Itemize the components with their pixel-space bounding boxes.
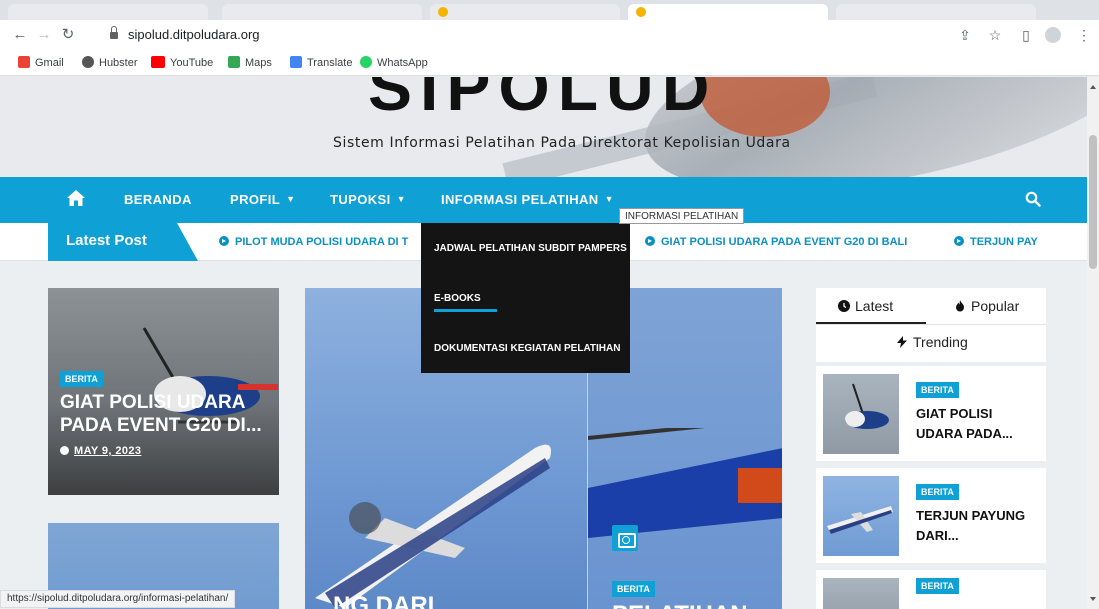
url-text[interactable]: sipolud.ditpoludara.org xyxy=(128,27,260,42)
browser-tabstrip xyxy=(0,0,1099,20)
home-icon[interactable] xyxy=(66,189,86,207)
arrow-circle-icon xyxy=(954,236,964,246)
sidebar-post-item[interactable]: BERITA GIAT POLISI UDARA PADA... xyxy=(816,366,1046,461)
bookmark-translate[interactable]: Translate xyxy=(290,56,352,70)
scroll-up-icon[interactable] xyxy=(1090,85,1096,89)
search-icon[interactable] xyxy=(1025,191,1041,207)
share-icon[interactable]: ⇪ xyxy=(955,25,975,45)
sidebar-post-item[interactable]: BERITA xyxy=(816,570,1046,609)
browser-tab[interactable] xyxy=(430,4,620,20)
tab-trending[interactable]: Trending xyxy=(896,334,968,350)
tab-latest[interactable]: Latest xyxy=(838,298,893,314)
dropdown-item-e-books[interactable]: E-BOOKS xyxy=(434,293,481,304)
tab-favicon-icon xyxy=(636,7,646,17)
sidebar-post-title[interactable]: TERJUN PAYUNG DARI... xyxy=(916,506,1036,545)
latest-post-label: Latest Post xyxy=(48,223,198,261)
ticker-item[interactable]: PILOT MUDA POLISI UDARA DI T xyxy=(219,236,408,248)
tab-divider xyxy=(816,324,1046,325)
dropdown-item-dokumentasi-kegiatan[interactable]: DOKUMENTASI KEGIATAN PELATIHAN xyxy=(434,343,620,354)
category-badge[interactable]: BERITA xyxy=(60,371,103,387)
page-viewport: SIPOLUD Sistem Informasi Pelatihan Pada … xyxy=(0,77,1087,609)
airplane-image xyxy=(827,506,893,534)
fire-icon xyxy=(956,300,964,312)
clock-icon xyxy=(60,446,69,455)
nav-item-tupoksi[interactable]: TUPOKSI ▼ xyxy=(330,192,406,207)
post-title[interactable]: PELATIHAN xyxy=(612,601,748,609)
arrow-circle-icon xyxy=(219,236,229,246)
bookmarks-bar: Gmail Hubster YouTube Maps Translate Wha… xyxy=(0,50,1099,76)
site-logo[interactable]: SIPOLUD xyxy=(368,77,717,125)
post-thumbnail[interactable] xyxy=(823,374,899,454)
translate-icon xyxy=(290,56,302,68)
post-thumbnail[interactable] xyxy=(823,476,899,556)
scrollbar-thumb[interactable] xyxy=(1089,135,1097,269)
bookmark-youtube[interactable]: YouTube xyxy=(151,56,213,70)
address-bar[interactable]: sipolud.ditpoludara.org xyxy=(110,23,950,47)
bookmark-whatsapp[interactable]: WhatsApp xyxy=(360,56,428,70)
lock-icon[interactable] xyxy=(110,26,118,39)
informasi-pelatihan-dropdown: JADWAL PELATIHAN SUBDIT PAMPERS E-BOOKS … xyxy=(421,223,630,373)
kebab-menu-icon[interactable]: ⋮ xyxy=(1074,25,1094,45)
post-title[interactable]: ...NG DARI xyxy=(313,592,434,609)
back-arrow-icon[interactable]: ← xyxy=(10,25,30,45)
vertical-scrollbar[interactable] xyxy=(1087,77,1099,609)
site-header: SIPOLUD Sistem Informasi Pelatihan Pada … xyxy=(0,77,1087,177)
caret-down-icon: ▼ xyxy=(604,194,614,204)
active-item-underline xyxy=(434,309,497,312)
gmail-icon xyxy=(18,56,30,68)
reload-icon[interactable]: ↻ xyxy=(58,25,78,45)
caret-down-icon: ▼ xyxy=(396,194,406,204)
browser-tab-active[interactable] xyxy=(628,4,828,20)
main-navigation: BERANDA PROFIL ▼ TUPOKSI ▼ INFORMASI PELAT… xyxy=(0,177,1087,223)
tab-popular[interactable]: Popular xyxy=(954,298,1019,314)
camera-icon[interactable] xyxy=(612,525,638,551)
bookmark-star-icon[interactable]: ☆ xyxy=(985,25,1005,45)
ticker-item[interactable]: GIAT POLISI UDARA PADA EVENT G20 DI BALI xyxy=(645,236,907,248)
post-card-featured[interactable]: BERITA GIAT POLISI UDARA PADA EVENT G20 … xyxy=(48,288,279,495)
dropdown-item-jadwal-pelatihan[interactable]: JADWAL PELATIHAN SUBDIT PAMPERS xyxy=(434,243,627,254)
post-date[interactable]: MAY 9, 2023 xyxy=(60,445,141,457)
caret-down-icon: ▼ xyxy=(286,194,296,204)
browser-tab[interactable] xyxy=(222,4,422,20)
sidebar-post-item[interactable]: BERITA TERJUN PAYUNG DARI... xyxy=(816,468,1046,563)
browser-tab[interactable] xyxy=(8,4,208,20)
clock-icon xyxy=(838,300,850,312)
arrow-circle-icon xyxy=(645,236,655,246)
post-thumbnail[interactable] xyxy=(823,578,899,609)
bolt-icon xyxy=(897,336,907,348)
airplane-image xyxy=(315,444,551,608)
sidebar-widget: Latest Popular Trending BERITA GIAT POLI… xyxy=(816,288,1046,609)
browser-toolbar: ← → ↻ sipolud.ditpoludara.org ⇪ ☆ ▯ ⋮ xyxy=(0,20,1099,50)
youtube-icon xyxy=(151,56,165,68)
profile-avatar[interactable] xyxy=(1045,27,1061,43)
ticker-item[interactable]: TERJUN PAY xyxy=(954,236,1038,248)
browser-tab[interactable] xyxy=(836,4,1036,20)
site-tagline: Sistem Informasi Pelatihan Pada Direktor… xyxy=(333,135,791,151)
helicopter-image xyxy=(845,383,889,429)
nav-item-beranda[interactable]: BERANDA xyxy=(124,192,192,207)
maps-icon xyxy=(228,56,240,68)
category-badge[interactable]: BERITA xyxy=(916,484,959,500)
side-panel-icon[interactable]: ▯ xyxy=(1016,25,1036,45)
sidebar-post-title[interactable]: GIAT POLISI UDARA PADA... xyxy=(916,404,1036,443)
tab-favicon-icon xyxy=(438,7,448,17)
scroll-down-icon[interactable] xyxy=(1090,597,1096,601)
hubster-icon xyxy=(82,56,94,68)
post-title[interactable]: GIAT POLISI UDARA PADA EVENT G20 DI... xyxy=(60,392,270,438)
forward-arrow-icon[interactable]: → xyxy=(34,25,54,45)
whatsapp-icon xyxy=(360,56,372,68)
bookmark-maps[interactable]: Maps xyxy=(228,56,272,70)
category-badge[interactable]: BERITA xyxy=(916,578,959,594)
category-badge[interactable]: BERITA xyxy=(916,382,959,398)
sidebar-tabs: Latest Popular Trending xyxy=(816,288,1046,362)
nav-tooltip: INFORMASI PELATIHAN xyxy=(619,208,745,224)
bookmark-gmail[interactable]: Gmail xyxy=(18,56,64,70)
bookmark-hubster[interactable]: Hubster xyxy=(82,56,138,70)
link-status-bar: https://sipolud.ditpoludara.org/informas… xyxy=(0,590,236,608)
category-badge[interactable]: BERITA xyxy=(612,581,655,597)
nav-item-informasi-pelatihan[interactable]: INFORMASI PELATIHAN ▼ xyxy=(441,192,614,207)
nav-item-profil[interactable]: PROFIL ▼ xyxy=(230,192,295,207)
